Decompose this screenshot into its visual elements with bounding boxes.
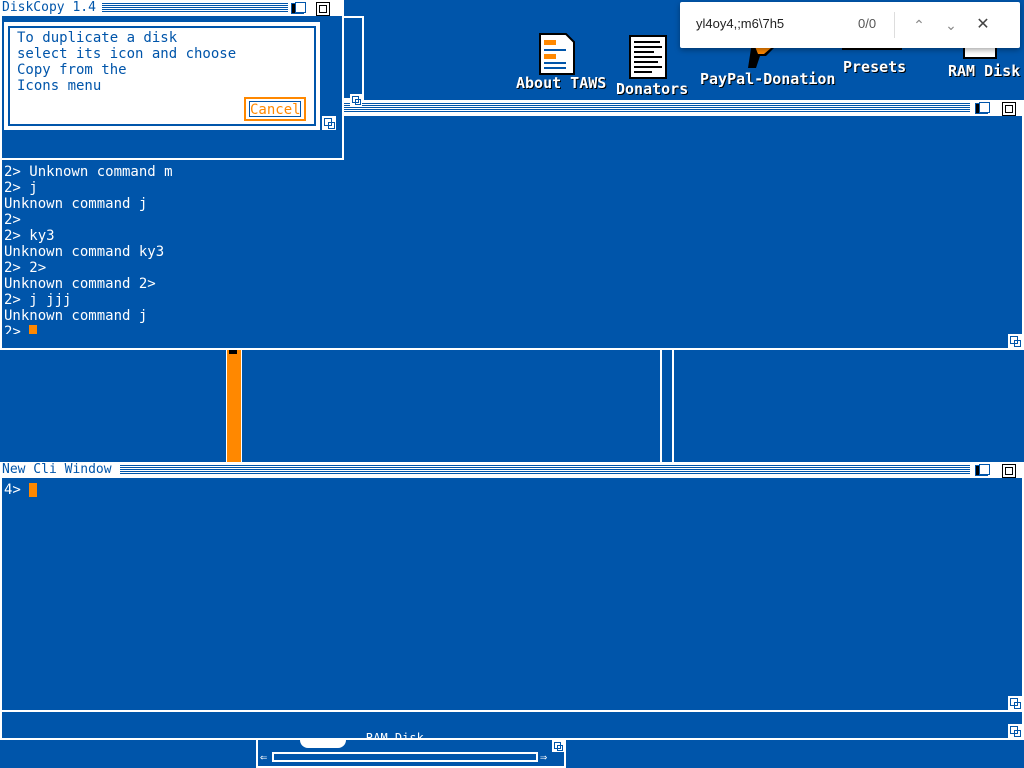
cloud-icon [300, 740, 346, 748]
titlebar-stripes [344, 103, 970, 113]
titlebar-stripes [120, 465, 970, 475]
chevron-down-icon[interactable]: ⌄ [938, 12, 964, 38]
cli-prompt: 4> [4, 482, 30, 498]
text-cursor [29, 483, 38, 497]
middle-window-area [0, 350, 1024, 462]
shell-window-4-titlebar[interactable]: New Cli Window [0, 462, 1024, 478]
message-line: Copy from the [17, 62, 127, 78]
desktop-icon-label: RAM Disk [948, 62, 1021, 80]
cli-line: 2> 2> [4, 260, 47, 276]
shell-4-output[interactable]: 4> [4, 482, 1004, 682]
cli-line: Unknown command j [4, 308, 148, 324]
cancel-button[interactable]: Cancel [244, 97, 306, 121]
titlebar-stripes [102, 3, 290, 13]
desktop-icon-label: Presets [843, 58, 907, 76]
cli-line: Unknown command ky3 [4, 244, 165, 260]
partial-window-text: RAM Disk [366, 731, 424, 738]
find-input[interactable]: yl4oy4,;m6\7h5 [696, 16, 784, 31]
close-icon[interactable]: ✕ [970, 12, 996, 38]
resize-gadget-icon[interactable] [1008, 334, 1022, 348]
horizontal-scrollbar[interactable] [272, 752, 538, 762]
diskcopy-titlebar[interactable]: DiskCopy 1.4 [0, 0, 344, 16]
resize-gadget-icon[interactable] [552, 740, 564, 752]
document-icon [539, 33, 575, 75]
cli-prompt: 2> [4, 324, 30, 334]
orange-scroll-bar[interactable] [226, 350, 242, 462]
shell-window-4: New Cli Window 4> [0, 462, 1024, 712]
zoom-gadget-icon[interactable] [312, 0, 332, 16]
depth-gadget-icon[interactable] [288, 0, 308, 16]
cli-prompt-line: 4> [4, 482, 1004, 498]
text-document-icon [629, 35, 667, 79]
requester-message: To duplicate a disk select its icon and c… [17, 30, 236, 94]
cli-line: 2> ky3 [4, 228, 55, 244]
find-bar: yl4oy4,;m6\7h5 0/0 ⌃ ⌄ ✕ [680, 2, 1020, 48]
cli-line: 2> j jjj [4, 292, 72, 308]
depth-gadget-icon[interactable] [972, 100, 992, 116]
message-line: To duplicate a disk [17, 30, 178, 46]
desktop-icon-label: PayPal-Donation [700, 70, 836, 88]
window-title: DiskCopy 1.4 [2, 0, 99, 16]
cli-line: 2> Unknown command m [4, 164, 173, 180]
cli-line: 2> [4, 212, 21, 228]
white-scroll-bar[interactable] [660, 350, 674, 462]
find-separator [894, 12, 895, 38]
desktop-icon-about-taws[interactable]: About TAWS [512, 30, 606, 96]
find-match-count: 0/0 [858, 16, 877, 31]
bottom-partial-window: RAM Disk ⇐ ⇒ [256, 731, 566, 768]
arrow-right-icon[interactable]: ⇒ [540, 750, 547, 764]
diskcopy-window: DiskCopy 1.4 To duplicate a disk select i… [0, 0, 364, 160]
chevron-up-icon[interactable]: ⌃ [906, 12, 932, 38]
cli-line: Unknown command j [4, 196, 148, 212]
cli-prompt-line: 2> [4, 324, 1004, 334]
zoom-gadget-icon[interactable] [998, 462, 1018, 478]
resize-gadget-icon[interactable] [1008, 696, 1022, 710]
zoom-gadget-icon[interactable] [998, 100, 1018, 116]
message-line: select its icon and choose [17, 46, 237, 62]
cli-line: 2> j [4, 180, 38, 196]
desktop-icon-label: About TAWS [516, 74, 607, 92]
side-scrollbar[interactable] [344, 16, 364, 100]
arrow-left-icon[interactable]: ⇐ [260, 750, 267, 764]
resize-gadget-icon[interactable] [350, 94, 362, 106]
cli-line: Unknown command 2> [4, 276, 156, 292]
desktop-icon-label: Donators [616, 80, 689, 98]
cancel-label: Cancel [249, 101, 301, 118]
message-line: Icons menu [17, 78, 102, 94]
scroll-knob-top [229, 350, 237, 354]
shell-2-output[interactable]: 2> Unknown command t 2> Unknown command … [4, 154, 1004, 334]
resize-gadget-icon[interactable] [1008, 724, 1022, 738]
depth-gadget-icon[interactable] [972, 462, 992, 478]
strip-window [0, 710, 1024, 740]
text-cursor [29, 325, 38, 334]
window-title: New Cli Window [2, 462, 115, 478]
resize-gadget-icon[interactable] [322, 116, 336, 130]
